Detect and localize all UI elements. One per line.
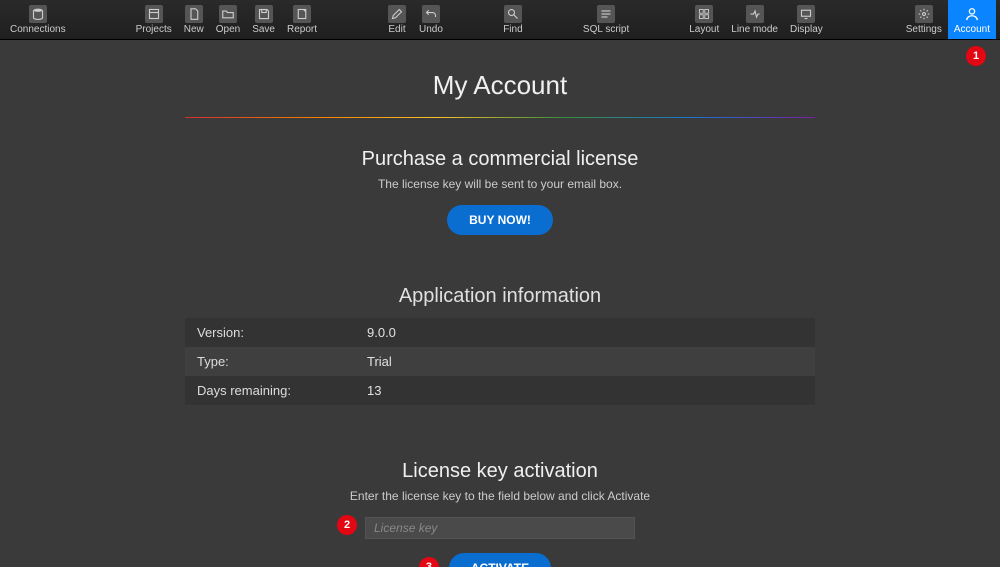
layout-button[interactable]: Layout [683, 0, 725, 39]
activate-button[interactable]: ACTIVATE [449, 553, 551, 567]
line-mode-button[interactable]: Line mode [725, 0, 784, 39]
script-icon [597, 5, 615, 23]
database-icon [29, 5, 47, 23]
info-value: Trial [355, 347, 815, 376]
report-button[interactable]: Report [281, 0, 323, 39]
table-row: Type: Trial [185, 347, 815, 376]
toolbar: Connections Projects New Open Save [0, 0, 1000, 40]
line-mode-icon [746, 5, 764, 23]
info-label: Type: [185, 347, 355, 376]
projects-icon [145, 5, 163, 23]
user-icon [963, 5, 981, 23]
edit-button[interactable]: Edit [381, 0, 413, 39]
new-file-icon [185, 5, 203, 23]
info-label: Version: [185, 318, 355, 347]
projects-button[interactable]: Projects [130, 0, 178, 39]
open-button[interactable]: Open [210, 0, 246, 39]
info-label: Days remaining: [185, 376, 355, 405]
report-icon [293, 5, 311, 23]
purchase-subtext: The license key will be sent to your ema… [185, 177, 815, 191]
undo-button[interactable]: Undo [413, 0, 449, 39]
gear-icon [915, 5, 933, 23]
folder-open-icon [219, 5, 237, 23]
info-value: 13 [355, 376, 815, 405]
save-icon [255, 5, 273, 23]
app-info-table: Version: 9.0.0 Type: Trial Days remainin… [185, 318, 815, 405]
rainbow-divider [185, 117, 815, 118]
connections-button[interactable]: Connections [4, 0, 72, 39]
activation-heading: License key activation [185, 460, 815, 483]
table-row: Version: 9.0.0 [185, 318, 815, 347]
buy-now-button[interactable]: BUY NOW! [447, 205, 553, 235]
marker-2: 2 [337, 515, 357, 535]
sql-script-button[interactable]: SQL script [577, 0, 635, 39]
layout-icon [695, 5, 713, 23]
app-info-heading: Application information [185, 285, 815, 308]
save-button[interactable]: Save [246, 0, 281, 39]
display-icon [797, 5, 815, 23]
license-key-input[interactable] [365, 517, 635, 539]
marker-3: 3 [419, 557, 439, 567]
settings-button[interactable]: Settings [900, 0, 948, 39]
marker-1: 1 [966, 46, 986, 66]
new-button[interactable]: New [178, 0, 210, 39]
find-button[interactable]: Find [497, 0, 529, 39]
main-content: My Account Purchase a commercial license… [0, 40, 1000, 567]
search-icon [504, 5, 522, 23]
pencil-icon [388, 5, 406, 23]
display-button[interactable]: Display [784, 0, 829, 39]
info-value: 9.0.0 [355, 318, 815, 347]
undo-icon [422, 5, 440, 23]
purchase-heading: Purchase a commercial license [185, 148, 815, 171]
account-button[interactable]: Account [948, 0, 996, 39]
activation-subtext: Enter the license key to the field below… [185, 489, 815, 503]
page-title: My Account [185, 70, 815, 101]
table-row: Days remaining: 13 [185, 376, 815, 405]
